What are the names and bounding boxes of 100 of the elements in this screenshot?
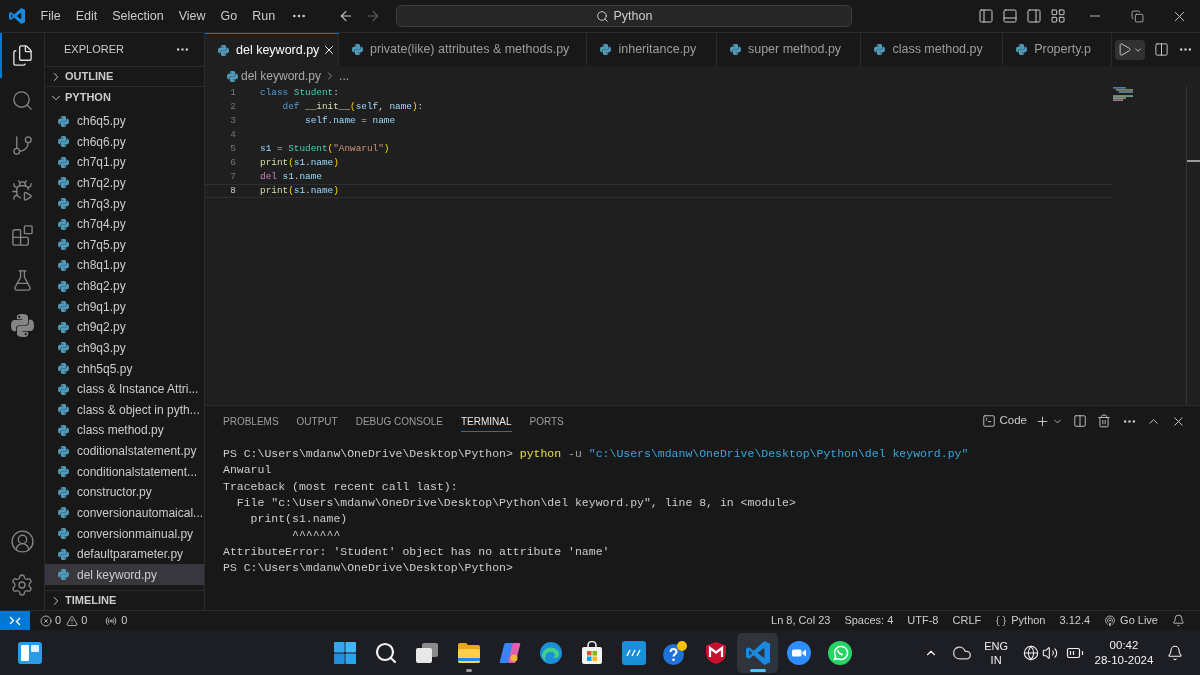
split-editor-icon[interactable] — [1154, 42, 1169, 57]
breadcrumb-item[interactable]: ... — [339, 67, 350, 85]
tree-item[interactable]: defaultparameter.py — [45, 543, 204, 565]
copilot-icon[interactable] — [497, 640, 522, 665]
trash-icon[interactable] — [1097, 414, 1111, 428]
tree-item[interactable]: ch7q4.py — [45, 213, 204, 235]
input-language-button[interactable]: ENG IN — [984, 638, 1008, 667]
broadcast-icon — [1104, 614, 1117, 627]
tree-item[interactable]: ch9q2.py — [45, 316, 204, 338]
section-header[interactable]: OUTLINE — [45, 66, 204, 86]
run-button[interactable] — [1115, 39, 1145, 60]
blocks-icon[interactable] — [10, 224, 34, 247]
back-arrow-icon[interactable] — [338, 8, 354, 24]
terminal-line: Traceback (most recent call last): — [223, 478, 458, 495]
tree-item[interactable]: conditionalstatement... — [45, 461, 204, 482]
terminal-line: AttributeError: 'Student' object has no attribute 'name' — [223, 543, 610, 560]
cursor-position-marker — [1187, 160, 1200, 162]
folder-icon[interactable] — [456, 640, 481, 665]
menu-item[interactable]: Selection — [104, 3, 172, 29]
clock-button[interactable]: 00:42 28-10-2024 — [1092, 637, 1156, 668]
error-icon — [40, 614, 52, 627]
volume-icon[interactable] — [1042, 644, 1058, 661]
widgets-icon[interactable] — [18, 640, 42, 665]
windows-start-icon[interactable] — [332, 640, 357, 665]
panel-tab[interactable]: PROBLEMS — [223, 410, 279, 432]
tree-item[interactable]: class & Instance Attri... — [45, 378, 204, 400]
restore-icon[interactable] — [1130, 9, 1144, 23]
layout-grid-icon[interactable] — [1050, 8, 1066, 24]
broadcast-icon — [105, 614, 118, 627]
browser-icon[interactable] — [539, 640, 564, 665]
problems-button[interactable]: 0 0 — [38, 612, 90, 629]
tree-item[interactable]: ch9q3.py — [45, 337, 204, 359]
panel-right-icon[interactable] — [1026, 8, 1042, 24]
tree-item[interactable]: del keyword.py — [45, 564, 204, 586]
branch-icon[interactable] — [10, 134, 34, 157]
editor-tab[interactable]: del keyword.py — [205, 33, 339, 66]
remote-button[interactable] — [0, 611, 30, 630]
tree-item[interactable]: ch8q2.py — [45, 275, 204, 297]
bell-icon[interactable] — [1167, 644, 1183, 661]
chat-phone-icon[interactable] — [828, 640, 853, 665]
files-icon[interactable] — [10, 44, 34, 67]
tree-item[interactable]: conversionmainual.py — [45, 523, 204, 544]
hp-app-icon[interactable] — [621, 640, 646, 665]
menu-item[interactable]: View — [171, 3, 213, 29]
panel-tab[interactable]: TERMINAL — [460, 410, 512, 432]
menu-item[interactable]: Edit — [68, 3, 105, 29]
tree-item[interactable]: ch7q3.py — [45, 193, 204, 214]
settings-icon[interactable] — [10, 573, 34, 597]
globe-icon[interactable] — [1023, 644, 1039, 661]
tree-item[interactable]: ch8q1.py — [45, 255, 204, 276]
panel-bottom-icon[interactable] — [1002, 8, 1018, 24]
panel-tab[interactable]: OUTPUT — [296, 410, 338, 432]
shield-icon[interactable] — [704, 640, 729, 665]
breadcrumb-item[interactable]: del keyword.py — [241, 67, 322, 85]
help-icon[interactable] — [663, 640, 687, 665]
status-item[interactable]: Spaces: 4 — [844, 612, 894, 629]
bug-play-icon[interactable] — [10, 179, 34, 202]
menu-item[interactable]: Go — [213, 3, 245, 29]
tree-item[interactable]: constructor.py — [45, 481, 204, 503]
account-icon[interactable] — [9, 528, 35, 554]
panel-tab[interactable]: PORTS — [529, 410, 564, 432]
language-button[interactable]: Python — [995, 612, 1046, 629]
tree-item[interactable]: class & object in pyth... — [45, 399, 204, 421]
focused-app-highlight[interactable] — [736, 632, 779, 673]
tree-item[interactable]: coditionalstatement.py — [45, 440, 204, 462]
tree-item[interactable]: ch6q5.py — [45, 110, 204, 132]
status-item[interactable]: Ln 8, Col 23 — [771, 612, 831, 629]
terminal-line: Anwarul — [223, 462, 272, 479]
tree-item[interactable]: ch6q6.py — [45, 131, 204, 152]
search-icon — [595, 9, 609, 23]
python-file-icon — [58, 466, 69, 478]
tree-item[interactable]: ch7q5.py — [45, 234, 204, 256]
python-file-icon — [58, 156, 69, 168]
menu-item[interactable]: Run — [244, 3, 283, 29]
status-item[interactable]: UTF-8 — [907, 612, 939, 629]
go-live-button[interactable]: Go Live — [1104, 612, 1158, 629]
tree-item[interactable]: ch7q1.py — [45, 151, 204, 173]
store-bag-icon[interactable] — [580, 640, 605, 665]
ports-button[interactable]: 0 — [103, 612, 130, 629]
tree-item[interactable]: class method.py — [45, 420, 204, 441]
python-logo-icon[interactable] — [10, 314, 34, 337]
tree-item[interactable]: ch7q2.py — [45, 172, 204, 194]
command-center[interactable]: Python — [396, 5, 852, 27]
status-item[interactable]: 3.12.4 — [1059, 612, 1091, 629]
video-camera-icon[interactable] — [786, 640, 811, 665]
menu-item[interactable]: File — [33, 3, 69, 29]
panel-left-icon[interactable] — [978, 8, 994, 24]
tree-item[interactable]: chh5q5.py — [45, 358, 204, 379]
panel-tab[interactable]: DEBUG CONSOLE — [355, 410, 443, 432]
section-header[interactable]: PYTHON — [45, 86, 204, 108]
terminal-profile-button[interactable]: Code — [981, 412, 1027, 430]
split-terminal-icon[interactable] — [1073, 414, 1087, 428]
search-icon[interactable] — [373, 640, 398, 665]
task-view-icon[interactable] — [415, 640, 440, 665]
tree-item[interactable]: conversionautomaical... — [45, 502, 204, 524]
status-item[interactable]: CRLF — [952, 612, 982, 629]
plus-icon[interactable] — [1035, 413, 1050, 429]
bell-icon[interactable] — [1172, 614, 1185, 627]
code-editor-icon[interactable] — [745, 640, 770, 665]
tree-item[interactable]: ch9q1.py — [45, 296, 204, 317]
